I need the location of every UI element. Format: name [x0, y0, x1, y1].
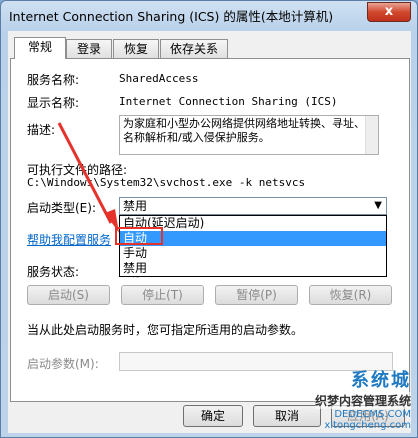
close-button[interactable]: x [367, 2, 411, 22]
start-button[interactable]: 启动(S) [27, 285, 110, 305]
description-label: 描述: [27, 123, 56, 137]
watermark-line2: 织梦内容管理系统 [314, 392, 411, 409]
stop-button[interactable]: 停止(T) [121, 285, 204, 305]
properties-window: Internet Connection Sharing (ICS) 的属性(本地… [0, 0, 418, 438]
title-bar[interactable]: Internet Connection Sharing (ICS) 的属性(本地… [1, 1, 417, 27]
watermark-line3: DEDECMS.COM [334, 409, 411, 420]
resume-button[interactable]: 恢复(R) [309, 285, 392, 305]
watermark: 系统城 织梦内容管理系统 DEDECMS.COM xitongcheng.com [314, 366, 411, 431]
display-name-label: 显示名称: [27, 96, 80, 110]
general-panel: 服务名称: SharedAccess 显示名称: Internet Connec… [10, 58, 410, 402]
watermark-line4: xitongcheng.com [324, 420, 411, 431]
option-disabled[interactable]: 禁用 [120, 261, 386, 276]
tab-dependencies[interactable]: 依存关系 [160, 39, 228, 58]
watermark-line1: 系统城 [351, 370, 411, 391]
start-params-hint: 当从此处启动服务时，您可指定所适用的启动参数。 [27, 323, 304, 337]
description-scrollbar[interactable] [365, 116, 378, 154]
startup-type-label: 启动类型(E): [27, 201, 96, 215]
help-configure-link[interactable]: 帮助我配置服务 [27, 231, 111, 248]
description-text: 为家庭和小型办公网络提供网络地址转换、寻址、名称解析和/或入侵保护服务。 [123, 117, 365, 144]
tab-general[interactable]: 常规 [14, 37, 66, 59]
ok-button[interactable]: 确定 [183, 405, 243, 427]
startup-type-dropdown: 自动(延迟启动) 自动 手动 禁用 [119, 215, 387, 277]
exe-path-value: C:\Windows\System32\svchost.exe -k netsv… [27, 176, 306, 189]
service-status-label: 服务状态: [27, 265, 80, 279]
tab-recovery[interactable]: 恢复 [113, 39, 159, 58]
tab-logon[interactable]: 登录 [66, 39, 112, 58]
chevron-down-icon[interactable]: ▼ [374, 198, 382, 214]
annotation-highlight-box [115, 227, 163, 245]
option-manual[interactable]: 手动 [120, 246, 386, 261]
window-title: Internet Connection Sharing (ICS) 的属性(本地… [9, 9, 334, 24]
description-box[interactable]: 为家庭和小型办公网络提供网络地址转换、寻址、名称解析和/或入侵保护服务。 [119, 115, 379, 155]
startup-type-select[interactable]: 禁用 ▼ [119, 197, 387, 215]
service-name-label: 服务名称: [27, 73, 80, 87]
display-name-value: Internet Connection Sharing (ICS) [119, 95, 338, 108]
startup-type-selected: 禁用 [123, 199, 148, 213]
pause-button[interactable]: 暂停(P) [215, 285, 298, 305]
start-params-label: 启动参数(M): [27, 357, 99, 371]
service-name-value: SharedAccess [119, 72, 199, 85]
cancel-button[interactable]: 取消 [253, 405, 321, 427]
